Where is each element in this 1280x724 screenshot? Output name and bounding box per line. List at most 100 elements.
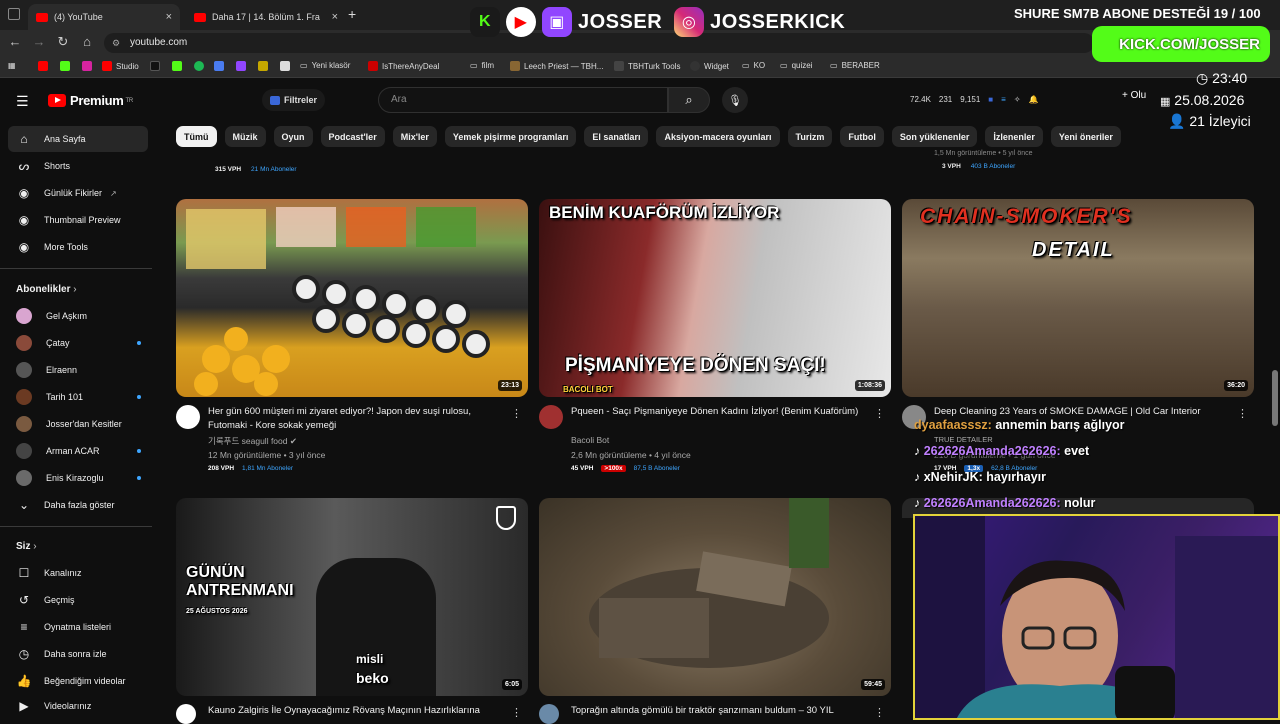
bookmark-kick[interactable] <box>60 61 70 71</box>
bookmark-misc3[interactable] <box>280 61 290 71</box>
channel-avatar[interactable] <box>176 704 196 724</box>
video-title[interactable]: Her gün 600 müşteri mi ziyaret ediyor?! … <box>208 405 508 433</box>
create-button[interactable]: + Olu <box>1122 90 1146 101</box>
video-thumbnail[interactable]: BENİM KUAFÖRÜM İZLİYOR PİŞMANİYEYE DÖNEN… <box>539 199 891 397</box>
sidebar-sub-gel-askim[interactable]: Gel Aşkım <box>8 303 148 329</box>
sidebar-item-home[interactable]: ⌂ Ana Sayfa <box>8 126 148 152</box>
extension-icon[interactable]: ■ <box>988 95 993 104</box>
back-icon[interactable]: ← <box>6 34 24 49</box>
bookmark-ko[interactable]: ▭ KO <box>742 61 765 70</box>
sidebar-sub-arman-acar[interactable]: Arman ACAR <box>8 438 148 464</box>
home-icon[interactable]: ⌂ <box>78 34 96 49</box>
sidebar-item-thumbnail-preview[interactable]: ◉ Thumbnail Preview <box>8 207 148 233</box>
bookmark-instagram[interactable] <box>82 61 92 71</box>
channel-name[interactable]: TRUE DETAILER <box>934 435 993 444</box>
sidebar-item-liked-videos[interactable]: 👍 Beğendiğim videolar <box>8 668 148 694</box>
chip-tourism[interactable]: Turizm <box>787 126 833 147</box>
video-title[interactable]: Deep Cleaning 23 Years of SMOKE DAMAGE |… <box>934 405 1234 419</box>
bookmark-isthereanydeal[interactable]: IsThereAnyDeal <box>368 61 439 71</box>
bookmark-kick2[interactable] <box>172 61 182 71</box>
bookmark-misc2[interactable] <box>258 61 268 71</box>
chip-music[interactable]: Müzik <box>224 126 266 147</box>
show-more-button[interactable]: ⌄ Daha fazla göster <box>8 492 148 518</box>
voice-search-button[interactable]: 🎙 <box>722 87 748 113</box>
bookmark-beraber[interactable]: ▭ BERABER <box>830 61 880 70</box>
chip-cooking[interactable]: Yemek pişirme programları <box>444 126 577 147</box>
chip-football[interactable]: Futbol <box>840 126 884 147</box>
channel-name[interactable]: 기록푸드 seagull food ✔ <box>208 435 297 447</box>
chip-crafts[interactable]: El sanatları <box>584 126 649 147</box>
video-thumbnail[interactable]: GÜNÜN ANTRENMANI 25 AĞUSTOS 2026 misli b… <box>176 498 528 696</box>
bookmark-widget[interactable]: Widget <box>690 61 729 71</box>
more-options-icon[interactable]: ⋮ <box>1237 407 1248 420</box>
channel-name[interactable]: Bacoli Bot <box>571 435 609 445</box>
sidebar-item-history[interactable]: ↺ Geçmiş <box>8 587 148 613</box>
video-card-pqueen[interactable]: BENİM KUAFÖRÜM İZLİYOR PİŞMANİYEYE DÖNEN… <box>539 199 891 489</box>
video-thumbnail[interactable]: CHAIN-SMOKER'S DETAIL 36:20 <box>902 199 1254 397</box>
channel-avatar[interactable] <box>539 405 563 429</box>
tab-youtube[interactable]: (4) YouTube × <box>28 4 180 30</box>
channel-avatar[interactable] <box>176 405 200 429</box>
close-tab-icon[interactable]: × <box>166 11 172 23</box>
search-input[interactable]: Ara <box>378 87 668 113</box>
bookmark-studio[interactable]: Studio <box>102 61 139 71</box>
video-card-besiktas-training[interactable]: GÜNÜN ANTRENMANI 25 AĞUSTOS 2026 misli b… <box>176 498 528 724</box>
sidebar-sub-enis-kirazoglu[interactable]: Enis Kirazoglu <box>8 465 148 491</box>
chip-new-to-you[interactable]: Yeni öneriler <box>1050 126 1121 147</box>
sidebar-item-your-videos[interactable]: ▶ Videolarınız <box>8 693 148 719</box>
forward-icon[interactable]: → <box>30 34 48 49</box>
filters-button[interactable]: Filtreler <box>262 89 326 111</box>
sidebar-item-gunluk-fikirler[interactable]: ◉ Günlük Fikirler ↗ <box>8 180 148 206</box>
close-tab-icon[interactable]: × <box>332 11 338 23</box>
bookmark-tbhturk[interactable]: TBHTurk Tools <box>614 61 680 71</box>
more-options-icon[interactable]: ⋮ <box>511 706 522 719</box>
more-options-icon[interactable]: ⋮ <box>874 706 885 719</box>
bookmark-twitch[interactable] <box>236 61 246 71</box>
chip-podcasts[interactable]: Podcast'ler <box>320 126 385 147</box>
bookmark-yeni-klasor[interactable]: ▭ Yeni klasör <box>300 61 350 70</box>
reload-icon[interactable]: ↻ <box>54 34 72 50</box>
sidebar-item-watch-later[interactable]: ◷ Daha sonra izle <box>8 641 148 667</box>
notification-icon[interactable]: 🔔 <box>1029 95 1039 104</box>
sidebar-item-shorts[interactable]: ᔕ Shorts <box>8 153 148 179</box>
new-tab-button[interactable]: + <box>348 6 356 22</box>
sidebar-item-more-tools[interactable]: ◉ More Tools <box>8 234 148 260</box>
bookmark-misc[interactable] <box>214 61 224 71</box>
video-title[interactable]: Toprağın altında gömülü bir traktör şanz… <box>571 704 871 718</box>
video-card-sushi[interactable]: 23:13 Her gün 600 müşteri mi ziyaret edi… <box>176 199 528 489</box>
chip-action-adventure[interactable]: Aksiyon-macera oyunları <box>656 126 780 147</box>
subscriptions-heading[interactable]: Abonelikler › <box>16 284 77 295</box>
sidebar-item-your-channel[interactable]: ☐ Kanalınız <box>8 560 148 586</box>
bookmark-youtube[interactable] <box>38 61 48 71</box>
bookmark-tiktok[interactable] <box>150 61 160 71</box>
tab-search-icon[interactable] <box>8 8 20 20</box>
video-card-tractor[interactable]: 59:45 Toprağın altında gömülü bir traktö… <box>539 498 891 724</box>
sidebar-sub-josserdan-kesitler[interactable]: Josser'dan Kesitler <box>8 411 148 437</box>
chip-watched[interactable]: İzlenenler <box>985 126 1043 147</box>
video-thumbnail[interactable]: 23:13 <box>176 199 528 397</box>
sidebar-sub-elraenn[interactable]: Elraenn <box>8 357 148 383</box>
list-icon[interactable]: ≡ <box>1001 95 1006 104</box>
video-title[interactable]: Kauno Zalgiris İle Oynayacağımız Rövanş … <box>208 704 518 718</box>
gift-icon[interactable]: ✧ <box>1014 95 1021 104</box>
chip-gaming[interactable]: Oyun <box>273 126 313 147</box>
sidebar-item-playlists[interactable]: ≡ Oynatma listeleri <box>8 614 148 640</box>
more-options-icon[interactable]: ⋮ <box>511 407 522 420</box>
bookmark-film[interactable]: ▭ film <box>470 61 494 70</box>
sidebar-sub-tarih101[interactable]: Tarih 101 <box>8 384 148 410</box>
channel-avatar[interactable] <box>539 704 559 724</box>
bookmark-leech-priest[interactable]: Leech Priest — TBH... <box>510 61 603 71</box>
bookmark-quizei[interactable]: ▭ quizei <box>780 61 812 70</box>
apps-icon[interactable]: ▦ <box>8 61 16 70</box>
video-title[interactable]: Pqueen - Saçı Pişmaniyeye Dönen Kadını İ… <box>571 405 871 419</box>
tab-daha17[interactable]: Daha 17 | 14. Bölüm 1. Fragmanı × <box>186 4 346 30</box>
chip-all[interactable]: Tümü <box>176 126 217 147</box>
site-info-icon[interactable]: ⚙ <box>112 38 120 49</box>
more-options-icon[interactable]: ⋮ <box>874 407 885 420</box>
chip-recently-uploaded[interactable]: Son yüklenenler <box>891 126 978 147</box>
video-thumbnail[interactable]: 59:45 <box>539 498 891 696</box>
bookmark-spotify[interactable] <box>194 61 204 71</box>
page-scrollbar[interactable] <box>1272 370 1278 426</box>
sidebar-sub-catay[interactable]: Çatay <box>8 330 148 356</box>
chip-mixes[interactable]: Mix'ler <box>392 126 437 147</box>
